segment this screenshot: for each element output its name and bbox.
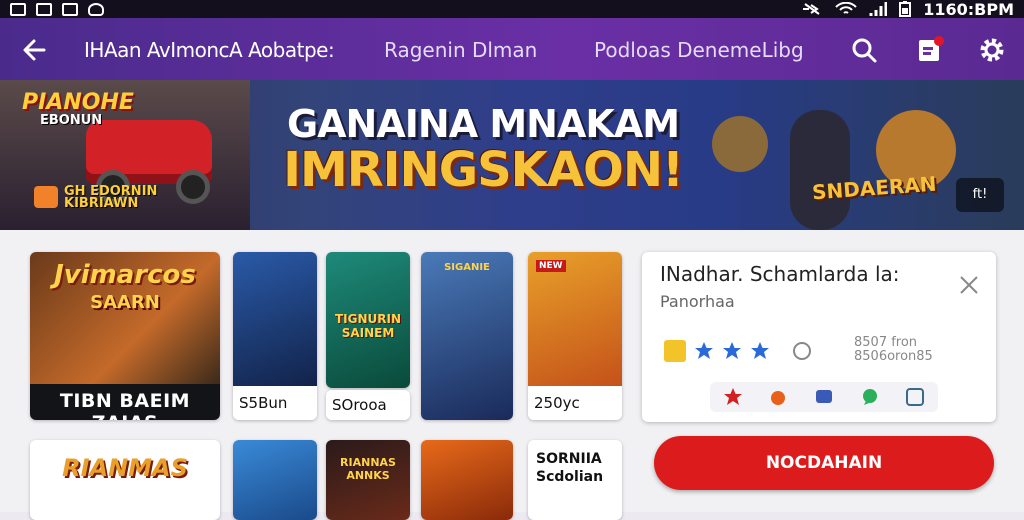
fire-icon[interactable]	[768, 387, 788, 407]
banner-badge-text: GH EDORNIN KIBRIAWN	[64, 185, 157, 211]
star-icon	[695, 342, 713, 359]
star-empty-icon	[793, 342, 811, 360]
badge-line-2: KIBRIAWN	[64, 196, 139, 211]
signal-icon	[869, 2, 888, 16]
rating-count: 8507 fron 8506oron85	[854, 335, 933, 364]
status-bar: 1160:BPM	[0, 0, 1024, 19]
game-tile[interactable]: SORNIIA Scdolian	[528, 440, 622, 520]
image-icon	[36, 2, 52, 16]
app-title: IHAan AvImoncA Aobatpe:	[84, 38, 335, 62]
game-art-label: RIANNAS ANNKS	[340, 456, 396, 482]
game-tile[interactable]	[233, 440, 317, 520]
star-icon	[751, 342, 769, 359]
game-art-label: SIGANIE	[444, 262, 490, 273]
game-art	[233, 440, 317, 520]
game-caption: SOrooa	[326, 390, 410, 420]
new-badge: NEW	[536, 260, 566, 272]
game-tile[interactable]: NEW 250yc	[528, 252, 622, 420]
banner-headline: GANAINA MNAKAM	[286, 102, 680, 146]
star-icon	[723, 342, 741, 359]
game-art	[421, 440, 513, 520]
banner-character-monkey	[712, 116, 768, 172]
car-wheel-rear	[176, 170, 210, 204]
game-tile[interactable]: RIANNAS ANNKS	[326, 440, 410, 520]
status-notifications	[10, 2, 104, 16]
search-icon[interactable]	[850, 36, 878, 64]
share-icon[interactable]	[905, 387, 925, 407]
banner-logo-sub: EBONUN	[40, 113, 103, 128]
banner-character-man	[790, 110, 850, 230]
wifi-icon	[835, 2, 857, 14]
status-right: 1160:BPM	[801, 0, 1014, 19]
card-actions	[710, 382, 938, 412]
promo-banner[interactable]: PIANOHE EBONUN GANAINA MNAKAM IMRINGSKAO…	[0, 80, 1024, 230]
primary-action-button[interactable]: NOCDAHAIN	[654, 436, 994, 490]
close-icon[interactable]	[958, 274, 980, 296]
status-time: 1160:BPM	[923, 0, 1014, 19]
settings-gear-icon[interactable]	[978, 36, 1006, 64]
game-tile[interactable]: S5Bun	[233, 252, 317, 420]
video-icon	[10, 2, 26, 16]
game-art	[421, 252, 513, 420]
banner-subline: IMRINGSKAON!	[283, 142, 684, 198]
game-subtitle: SAARN	[90, 292, 160, 313]
card-title: INadhar. Schamlarda la:	[660, 262, 900, 286]
shield-icon	[88, 2, 104, 16]
game-title: Jvimarcos	[54, 260, 196, 290]
app-badge-icon	[664, 340, 686, 362]
game-tile[interactable]: RIANMAS	[30, 440, 220, 520]
chat-icon[interactable]	[814, 387, 834, 407]
app-bar: IHAan AvImoncA Aobatpe: Ragenin Dlman Po…	[0, 18, 1024, 80]
battery-icon	[899, 1, 912, 17]
banner-badge-icon	[34, 186, 58, 208]
favorite-star-icon[interactable]	[723, 387, 743, 407]
tab-podloas[interactable]: Podloas DenemeLibg	[594, 38, 804, 62]
card-subtitle: Panorhaa	[660, 292, 735, 311]
game-art	[528, 252, 622, 386]
game-tile[interactable]: SIGANIE	[421, 252, 513, 420]
game-caption: 250yc	[528, 386, 622, 420]
game-tile-caption[interactable]: SOrooa	[326, 390, 410, 420]
game-art	[233, 252, 317, 386]
game-tile[interactable]	[421, 440, 513, 520]
game-caption: S5Bun	[233, 386, 317, 420]
game-art-label: SORNIIA Scdolian	[536, 451, 604, 485]
rating-row	[664, 340, 812, 362]
game-tile-featured[interactable]: Jvimarcos SAARN TIBN BAEIM ZAIAS	[30, 252, 220, 420]
game-footer: TIBN BAEIM ZAIAS	[30, 384, 220, 420]
notification-icon[interactable]	[916, 36, 944, 64]
banner-logo: PIANOHE	[22, 90, 134, 115]
game-icon	[62, 2, 78, 16]
message-icon[interactable]	[860, 387, 880, 407]
detail-card: INadhar. Schamlarda la: Panorhaa 8507 fr…	[642, 252, 996, 422]
game-title: RIANMAS	[62, 454, 188, 482]
tab-ragenin[interactable]: Ragenin Dlman	[384, 38, 537, 62]
game-tile[interactable]: TIGNURIN SAINEM	[326, 252, 410, 388]
back-arrow-icon[interactable]	[20, 35, 50, 65]
banner-corner-button[interactable]: ft!	[956, 178, 1004, 212]
mute-icon	[803, 3, 820, 15]
game-art-label: TIGNURIN SAINEM	[334, 312, 402, 340]
